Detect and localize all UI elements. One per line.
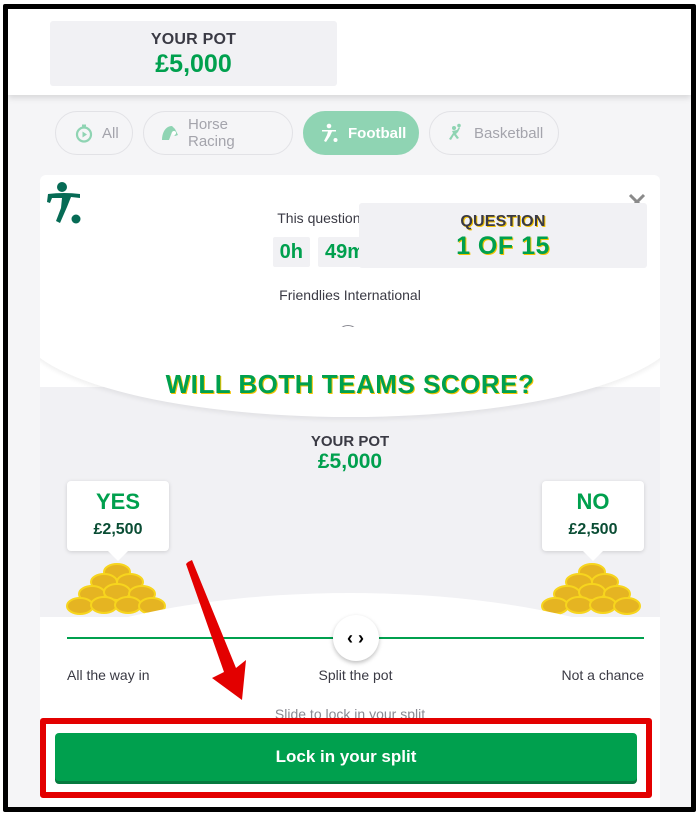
- app-frame: YOUR POT £5,000 QUESTION 1 OF 15 All Hor…: [3, 4, 696, 812]
- horse-racing-icon: [160, 123, 180, 143]
- slider-label-right: Not a chance: [561, 667, 645, 683]
- question-stat: QUESTION 1 OF 15: [359, 203, 647, 268]
- pot-stat: YOUR POT £5,000: [50, 21, 337, 86]
- no-bubble: NO £2,500: [542, 481, 644, 561]
- slider-label-middle: Split the pot: [318, 667, 393, 683]
- timer-hours: 0h: [272, 237, 310, 267]
- no-amount: £2,500: [568, 521, 618, 538]
- question-value: 1 OF 15: [456, 232, 550, 260]
- tab-horse-racing[interactable]: Horse Racing: [143, 111, 293, 155]
- tab-label: Football: [348, 124, 407, 142]
- chevrons-left-right-icon: ‹ ›: [347, 627, 364, 648]
- pot-label: YOUR POT: [150, 31, 237, 48]
- pot-value: £5,000: [155, 50, 232, 78]
- yes-bubble: YES £2,500: [67, 481, 169, 561]
- stopwatch-icon: [74, 123, 94, 143]
- tab-all[interactable]: All: [55, 111, 133, 155]
- sport-tabs: All Horse Racing Football Basketball: [55, 111, 559, 155]
- slider-label-left: All the way in: [67, 667, 150, 683]
- tab-basketball[interactable]: Basketball: [429, 111, 559, 155]
- competition-name: Friendlies International: [279, 287, 421, 303]
- lock-in-split-button[interactable]: Lock in your split: [55, 733, 637, 781]
- yes-amount: £2,500: [93, 521, 143, 538]
- pot-summary: YOUR POT £5,000: [40, 433, 660, 474]
- pot-summary-label: YOUR POT: [310, 433, 390, 450]
- split-slider-thumb[interactable]: ‹ ›: [332, 615, 379, 661]
- question-label: QUESTION: [460, 213, 546, 230]
- top-bar: YOUR POT £5,000 QUESTION 1 OF 15: [8, 9, 691, 268]
- tab-label: Horse Racing: [188, 116, 235, 150]
- basketball-player-icon: [446, 123, 466, 143]
- pot-summary-value: £5,000: [317, 450, 383, 473]
- question-title: WILL BOTH TEAMS SCORE?: [165, 369, 535, 399]
- no-label: NO: [576, 489, 610, 514]
- question-card: This question closes in: 0h 49m 45s Frie…: [40, 175, 660, 807]
- tab-label: All: [102, 124, 119, 142]
- tab-label: Basketball: [474, 124, 544, 142]
- coin-pile-icon: [537, 560, 647, 620]
- football-player-icon: [320, 123, 340, 143]
- tab-football[interactable]: Football: [303, 111, 419, 155]
- yes-label: YES: [95, 489, 141, 514]
